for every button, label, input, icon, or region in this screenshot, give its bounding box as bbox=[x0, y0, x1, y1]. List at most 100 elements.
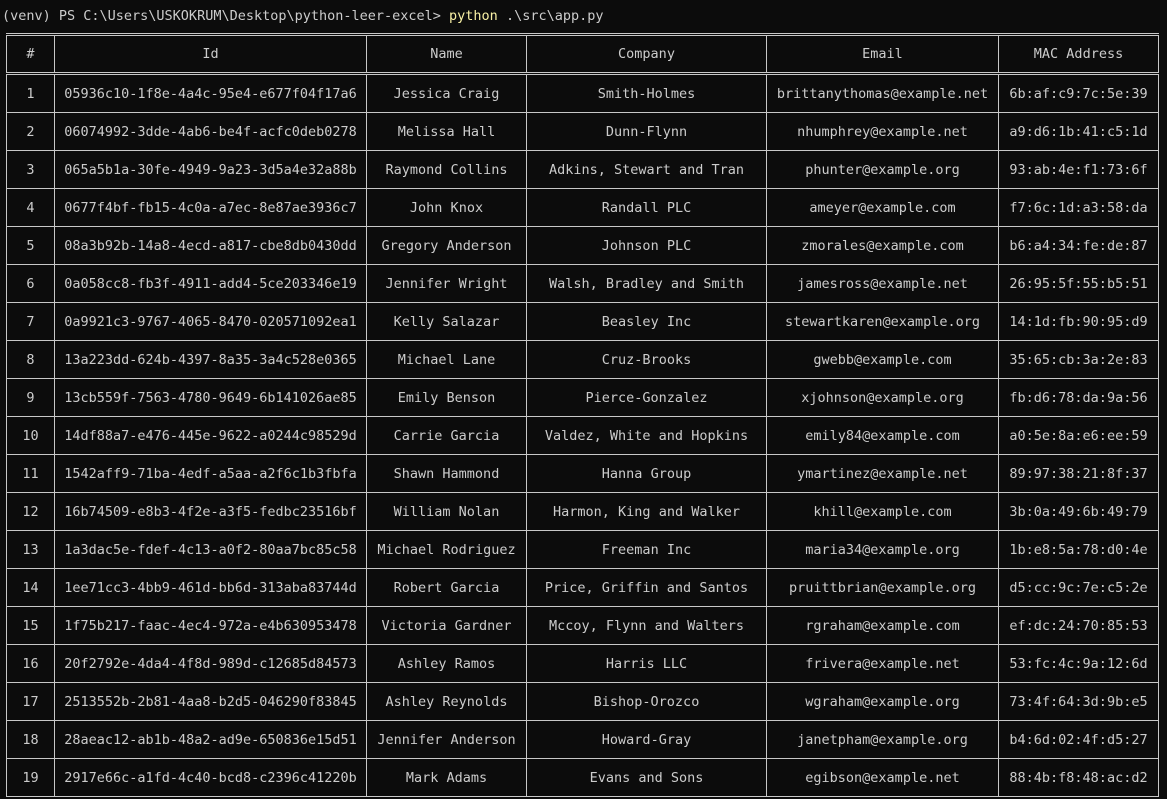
cell-company: Mccoy, Flynn and Walters bbox=[526, 606, 767, 645]
cell-mac-address: 89:97:38:21:8f:37 bbox=[998, 454, 1159, 493]
table-row: 9 13cb559f-7563-4780-9649-6b141026ae85 Emi… bbox=[6, 378, 1159, 417]
cell-email: ameyer@example.com bbox=[766, 188, 999, 227]
prompt-path: (venv) PS C:\Users\USKOKRUM\Desktop\pyth… bbox=[2, 8, 450, 24]
cell-company: Hanna Group bbox=[526, 454, 767, 493]
cell-email: frivera@example.net bbox=[766, 644, 999, 683]
cell-company: Harris LLC bbox=[526, 644, 767, 683]
column-header-company: Company bbox=[526, 34, 767, 74]
cell-index: 15 bbox=[6, 606, 55, 645]
table-row: 13 1a3dac5e-fdef-4c13-a0f2-80aa7bc85c58 Mi… bbox=[6, 530, 1159, 569]
cell-name: Jessica Craig bbox=[366, 73, 527, 113]
cell-id: 08a3b92b-14a8-4ecd-a817-cbe8db0430dd bbox=[54, 226, 367, 265]
cell-email: nhumphrey@example.net bbox=[766, 112, 999, 151]
cell-id: 13a223dd-624b-4397-8a35-3a4c528e0365 bbox=[54, 340, 367, 379]
cell-email: emily84@example.com bbox=[766, 416, 999, 455]
cell-company: Bishop-Orozco bbox=[526, 682, 767, 721]
table-row: 17 2513552b-2b81-4aa8-b2d5-046290f83845 As… bbox=[6, 682, 1159, 721]
cell-id: 16b74509-e8b3-4f2e-a3f5-fedbc23516bf bbox=[54, 492, 367, 531]
cell-name: Michael Lane bbox=[366, 340, 527, 379]
cell-index: 16 bbox=[6, 644, 55, 683]
cell-email: pruittbrian@example.org bbox=[766, 568, 999, 607]
cell-name: Victoria Gardner bbox=[366, 606, 527, 645]
column-header-id: Id bbox=[54, 34, 367, 74]
cell-id: 1a3dac5e-fdef-4c13-a0f2-80aa7bc85c58 bbox=[54, 530, 367, 569]
cell-email: zmorales@example.com bbox=[766, 226, 999, 265]
cell-mac-address: 26:95:5f:55:b5:51 bbox=[998, 264, 1159, 303]
cell-id: 20f2792e-4da4-4f8d-989d-c12685d84573 bbox=[54, 644, 367, 683]
cell-email: egibson@example.net bbox=[766, 758, 999, 797]
cell-name: Jennifer Anderson bbox=[366, 720, 527, 759]
cell-mac-address: d5:cc:9c:7e:c5:2e bbox=[998, 568, 1159, 607]
table-row: 12 16b74509-e8b3-4f2e-a3f5-fedbc23516bf Wi… bbox=[6, 492, 1159, 531]
cell-index: 14 bbox=[6, 568, 55, 607]
cell-id: 28aeac12-ab1b-48a2-ad9e-650836e15d51 bbox=[54, 720, 367, 759]
column-header-name: Name bbox=[366, 34, 527, 74]
cell-id: 1ee71cc3-4bb9-461d-bb6d-313aba83744d bbox=[54, 568, 367, 607]
cell-name: Shawn Hammond bbox=[366, 454, 527, 493]
cell-mac-address: 3b:0a:49:6b:49:79 bbox=[998, 492, 1159, 531]
cell-id: 2917e66c-a1fd-4c40-bcd8-c2396c41220b bbox=[54, 758, 367, 797]
cell-name: Ashley Reynolds bbox=[366, 682, 527, 721]
cell-mac-address: b6:a4:34:fe:de:87 bbox=[998, 226, 1159, 265]
table-body: 1 05936c10-1f8e-4a4c-95e4-e677f04f17a6 Jes… bbox=[6, 73, 1159, 797]
cell-email: janetpham@example.org bbox=[766, 720, 999, 759]
cell-company: Beasley Inc bbox=[526, 302, 767, 341]
table-header-row: # Id Name Company Email MAC Address bbox=[6, 34, 1159, 74]
cell-email: ymartinez@example.net bbox=[766, 454, 999, 493]
cell-mac-address: 1b:e8:5a:78:d0:4e bbox=[998, 530, 1159, 569]
cell-company: Adkins, Stewart and Tran bbox=[526, 150, 767, 189]
cell-email: phunter@example.org bbox=[766, 150, 999, 189]
table-row: 6 0a058cc8-fb3f-4911-add4-5ce203346e19 Jen… bbox=[6, 264, 1159, 303]
cell-company: Pierce-Gonzalez bbox=[526, 378, 767, 417]
cell-email: stewartkaren@example.org bbox=[766, 302, 999, 341]
cell-company: Freeman Inc bbox=[526, 530, 767, 569]
cell-id: 0677f4bf-fb15-4c0a-a7ec-8e87ae3936c7 bbox=[54, 188, 367, 227]
cell-index: 10 bbox=[6, 416, 55, 455]
cell-id: 0a058cc8-fb3f-4911-add4-5ce203346e19 bbox=[54, 264, 367, 303]
cell-mac-address: 53:fc:4c:9a:12:6d bbox=[998, 644, 1159, 683]
cell-email: rgraham@example.com bbox=[766, 606, 999, 645]
cell-mac-address: a0:5e:8a:e6:ee:59 bbox=[998, 416, 1159, 455]
cell-mac-address: fb:d6:78:da:9a:56 bbox=[998, 378, 1159, 417]
cell-company: Harmon, King and Walker bbox=[526, 492, 767, 531]
cell-company: Johnson PLC bbox=[526, 226, 767, 265]
table-row: 2 06074992-3dde-4ab6-be4f-acfc0deb0278 Mel… bbox=[6, 112, 1159, 151]
cell-index: 3 bbox=[6, 150, 55, 189]
cell-index: 1 bbox=[6, 73, 55, 113]
cell-name: Michael Rodriguez bbox=[366, 530, 527, 569]
cell-index: 19 bbox=[6, 758, 55, 797]
cell-index: 6 bbox=[6, 264, 55, 303]
table-row: 16 20f2792e-4da4-4f8d-989d-c12685d84573 As… bbox=[6, 644, 1159, 683]
cell-name: Kelly Salazar bbox=[366, 302, 527, 341]
cell-index: 2 bbox=[6, 112, 55, 151]
cell-mac-address: 73:4f:64:3d:9b:e5 bbox=[998, 682, 1159, 721]
cell-name: William Nolan bbox=[366, 492, 527, 531]
cell-email: khill@example.com bbox=[766, 492, 999, 531]
cell-email: wgraham@example.org bbox=[766, 682, 999, 721]
cell-company: Smith-Holmes bbox=[526, 73, 767, 113]
command-name: python bbox=[449, 8, 498, 24]
cell-index: 7 bbox=[6, 302, 55, 341]
cell-company: Walsh, Bradley and Smith bbox=[526, 264, 767, 303]
table-row: 11 1542aff9-71ba-4edf-a5aa-a2f6c1b3fbfa Sh… bbox=[6, 454, 1159, 493]
table-row: 3 065a5b1a-30fe-4949-9a23-3d5a4e32a88b Ray… bbox=[6, 150, 1159, 189]
table-row: 5 08a3b92b-14a8-4ecd-a817-cbe8db0430dd Gre… bbox=[6, 226, 1159, 265]
cell-mac-address: a9:d6:1b:41:c5:1d bbox=[998, 112, 1159, 151]
column-header-index: # bbox=[6, 34, 55, 74]
cell-id: 065a5b1a-30fe-4949-9a23-3d5a4e32a88b bbox=[54, 150, 367, 189]
cell-index: 9 bbox=[6, 378, 55, 417]
cell-id: 1542aff9-71ba-4edf-a5aa-a2f6c1b3fbfa bbox=[54, 454, 367, 493]
command-args: .\src\app.py bbox=[497, 8, 604, 24]
cell-name: Carrie Garcia bbox=[366, 416, 527, 455]
cell-name: Jennifer Wright bbox=[366, 264, 527, 303]
cell-mac-address: b4:6d:02:4f:d5:27 bbox=[998, 720, 1159, 759]
cell-mac-address: 14:1d:fb:90:95:d9 bbox=[998, 302, 1159, 341]
cell-index: 4 bbox=[6, 188, 55, 227]
cell-index: 13 bbox=[6, 530, 55, 569]
cell-mac-address: 6b:af:c9:7c:5e:39 bbox=[998, 73, 1159, 113]
table-row: 15 1f75b217-faac-4ec4-972a-e4b630953478 Vi… bbox=[6, 606, 1159, 645]
cell-email: gwebb@example.com bbox=[766, 340, 999, 379]
cell-index: 5 bbox=[6, 226, 55, 265]
cell-company: Price, Griffin and Santos bbox=[526, 568, 767, 607]
cell-name: Raymond Collins bbox=[366, 150, 527, 189]
